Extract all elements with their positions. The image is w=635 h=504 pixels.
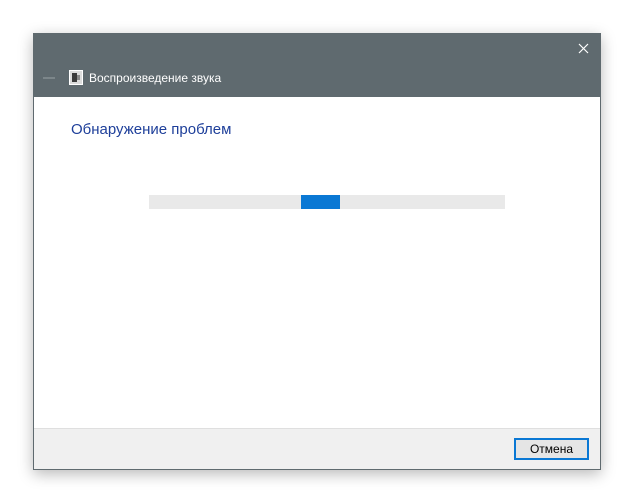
main-content: Обнаружение проблем xyxy=(34,97,600,430)
close-icon xyxy=(578,43,588,53)
back-button[interactable] xyxy=(39,70,59,86)
progress-indicator xyxy=(301,195,340,209)
title-bar: Воспроизведение звука xyxy=(34,34,600,97)
back-arrow-icon xyxy=(43,77,55,79)
sound-troubleshooter-icon xyxy=(69,70,83,85)
progress-bar xyxy=(149,195,505,209)
footer-bar: Отмена xyxy=(34,428,600,469)
window-title: Воспроизведение звука xyxy=(89,71,222,85)
cancel-button[interactable]: Отмена xyxy=(514,438,589,460)
troubleshooter-window: Воспроизведение звука Обнаружение пробле… xyxy=(33,33,601,470)
close-button[interactable] xyxy=(566,34,600,62)
page-heading: Обнаружение проблем xyxy=(71,121,232,138)
